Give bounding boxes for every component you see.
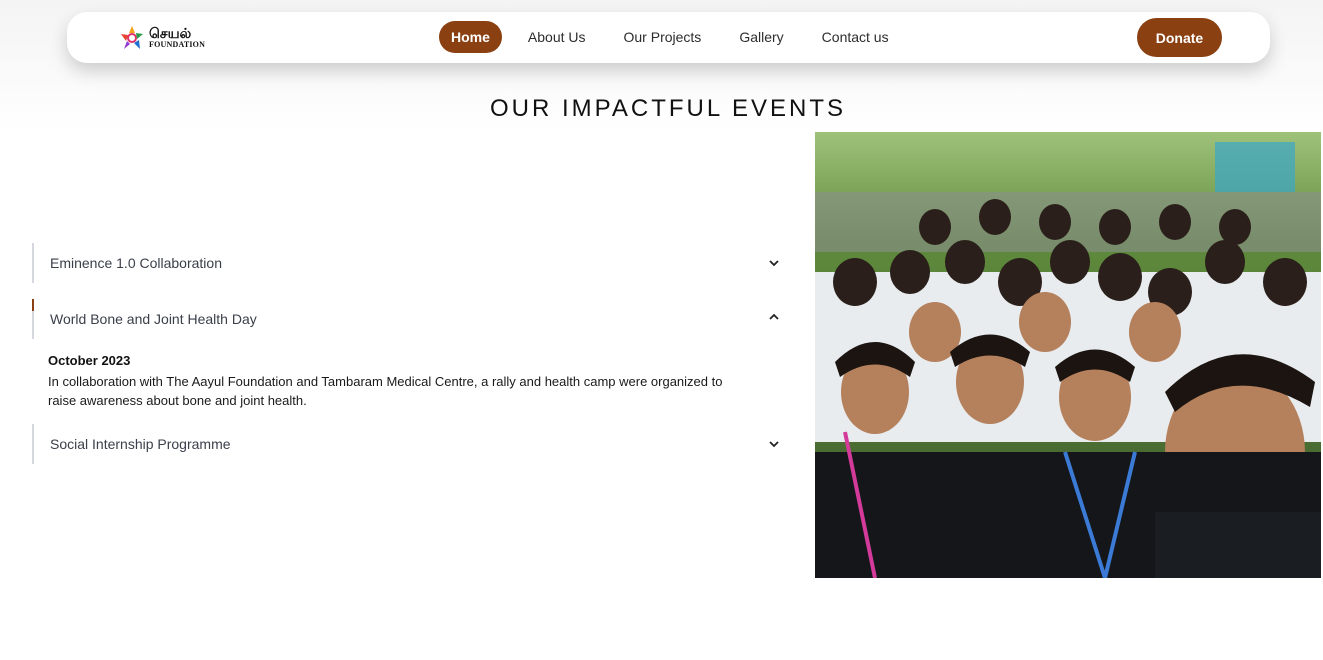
brand-name: செயல் <box>149 26 192 42</box>
nav-contact-us[interactable]: Contact us <box>810 21 901 53</box>
accordion-header-bone-joint[interactable]: World Bone and Joint Health Day <box>32 299 790 339</box>
nav-our-projects[interactable]: Our Projects <box>612 21 714 53</box>
event-photo <box>815 132 1321 578</box>
accordion-item: Eminence 1.0 Collaboration <box>32 243 790 283</box>
chevron-down-icon <box>769 260 779 267</box>
nav-links: Home About Us Our Projects Gallery Conta… <box>439 21 915 53</box>
logo-icon <box>121 26 143 49</box>
brand-logo[interactable]: செயல் FOUNDATION <box>119 23 205 53</box>
navbar: செயல் FOUNDATION Home About Us Our Proje… <box>67 12 1270 63</box>
accordion-header-internship[interactable]: Social Internship Programme <box>32 424 790 464</box>
chevron-up-icon <box>769 313 779 320</box>
chevron-down-icon <box>769 441 779 448</box>
events-accordion: Eminence 1.0 Collaboration World Bone an… <box>32 243 790 464</box>
nav-about-us[interactable]: About Us <box>516 21 598 53</box>
accordion-title: Social Internship Programme <box>50 436 231 452</box>
brand-subtitle: FOUNDATION <box>149 40 206 49</box>
accordion-item: World Bone and Joint Health Day October … <box>32 299 790 424</box>
active-indicator <box>32 299 34 311</box>
event-description: In collaboration with The Aayul Foundati… <box>48 374 723 408</box>
donate-button[interactable]: Donate <box>1137 18 1222 57</box>
nav-gallery[interactable]: Gallery <box>727 21 795 53</box>
accordion-title: World Bone and Joint Health Day <box>50 311 257 327</box>
accordion-title: Eminence 1.0 Collaboration <box>50 255 222 271</box>
accordion-header-eminence[interactable]: Eminence 1.0 Collaboration <box>32 243 790 283</box>
accordion-item: Social Internship Programme <box>32 424 790 464</box>
nav-home[interactable]: Home <box>439 21 502 53</box>
section-title: OUR IMPACTFUL EVENTS <box>489 94 847 122</box>
group-selfie-image <box>815 132 1321 578</box>
accordion-panel: October 2023 In collaboration with The A… <box>32 339 790 424</box>
event-date: October 2023 <box>48 353 131 368</box>
